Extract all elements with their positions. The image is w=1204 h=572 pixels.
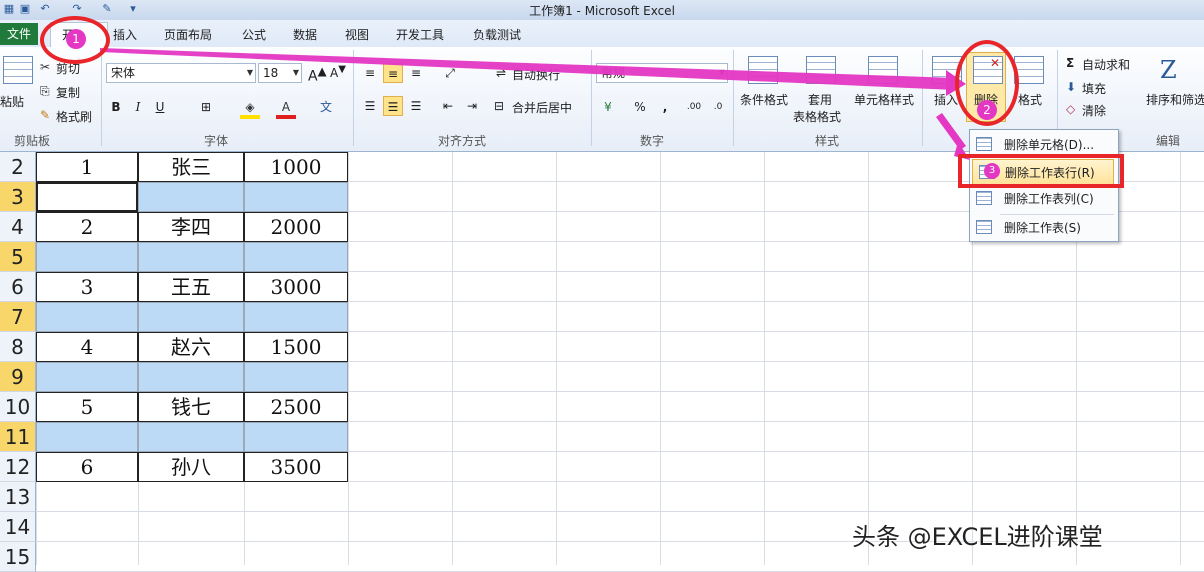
annotation-arrows <box>100 48 970 160</box>
step-badge-3: 3 <box>984 163 1000 179</box>
step-badge-2: 2 <box>977 100 997 120</box>
step-badge-1: 1 <box>66 29 86 49</box>
watermark: 头条 @EXCEL进阶课堂 <box>852 523 1103 551</box>
highlight-box-delete-rows <box>958 154 1124 188</box>
